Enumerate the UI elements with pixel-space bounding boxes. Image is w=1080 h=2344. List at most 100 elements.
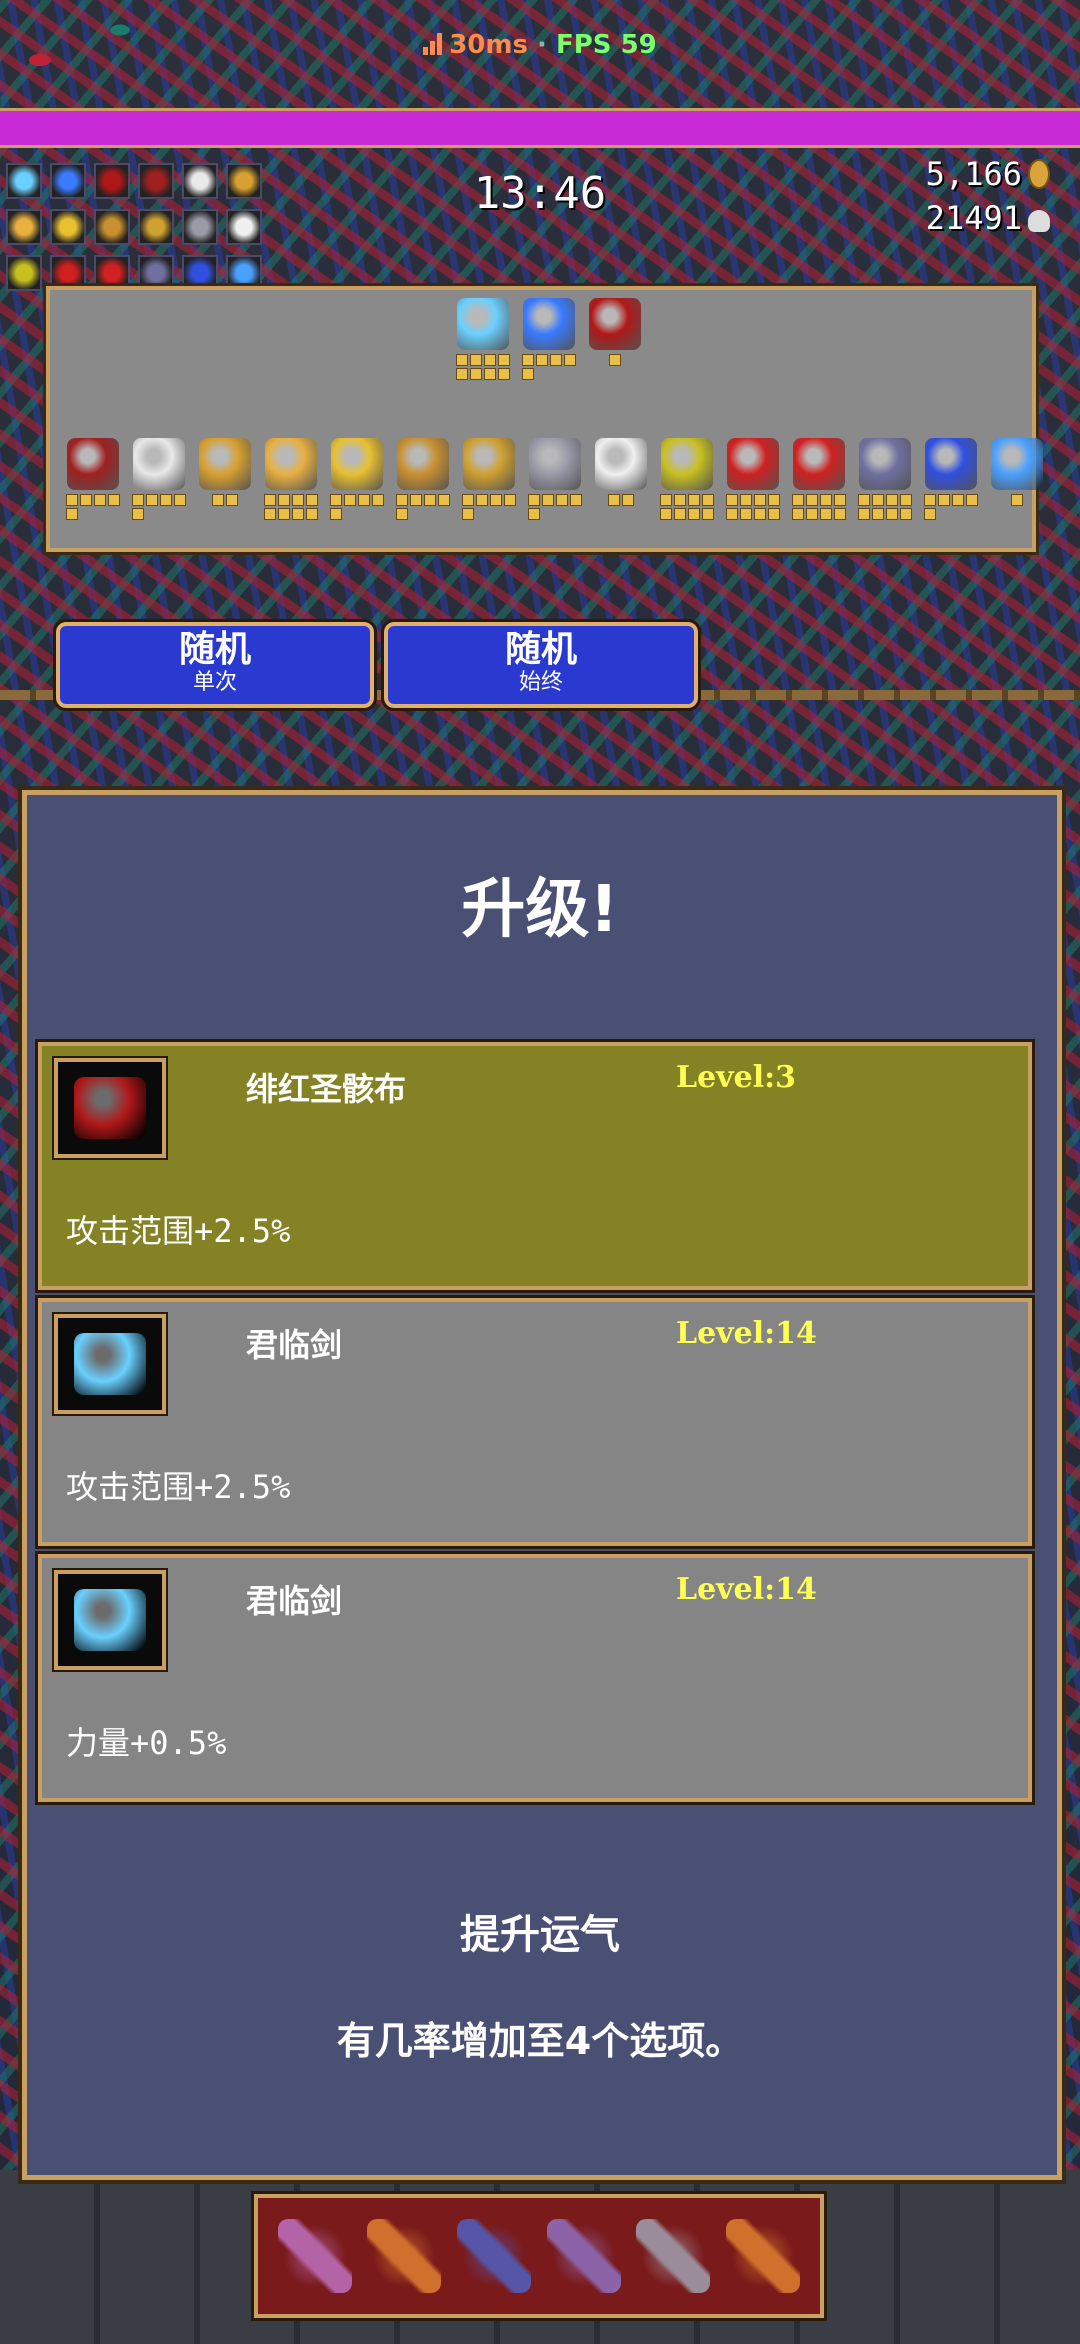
ring-icon — [226, 163, 262, 199]
crown-icon — [50, 209, 86, 245]
level-pips — [858, 494, 912, 520]
level-pip — [264, 494, 276, 506]
level-pip — [702, 508, 714, 520]
upgrade-option-3[interactable]: 君临剑 Level:14 力量+0.5% — [35, 1551, 1035, 1805]
level-pip — [66, 508, 78, 520]
level-pip — [792, 508, 804, 520]
level-pip — [740, 508, 752, 520]
ring-icon — [199, 438, 251, 490]
level-pip — [504, 494, 516, 506]
random-once-sublabel: 单次 — [192, 670, 237, 695]
level-pip — [726, 494, 738, 506]
level-pip — [726, 508, 738, 520]
level-pip — [344, 494, 356, 506]
level-pip — [792, 494, 804, 506]
level-pip — [306, 508, 318, 520]
option-icon-frame — [52, 1568, 168, 1672]
level-pip — [462, 494, 474, 506]
level-pip — [470, 354, 482, 366]
level-pip — [160, 494, 172, 506]
kill-counter: 21491 — [926, 196, 1050, 240]
candle-icon — [265, 438, 317, 490]
level-pip — [900, 494, 912, 506]
inventory-slot — [853, 438, 917, 520]
level-pip — [330, 494, 342, 506]
experience-fill — [0, 111, 1080, 145]
orb-icon — [925, 438, 977, 490]
gold-ring-icon — [661, 438, 713, 490]
level-pip — [1011, 494, 1023, 506]
level-pip — [740, 494, 752, 506]
level-pip — [702, 494, 714, 506]
level-pip — [858, 494, 870, 506]
pickaxe-icon — [457, 2219, 532, 2293]
level-pip — [372, 494, 384, 506]
level-pip — [490, 494, 502, 506]
level-pip — [564, 354, 576, 366]
crimson-shroud-icon — [74, 1077, 146, 1139]
level-pip — [522, 368, 534, 380]
inventory-panel — [43, 283, 1043, 555]
passive-row — [60, 438, 1050, 520]
level-pip — [834, 494, 846, 506]
tome-icon — [67, 438, 119, 490]
mini-inventory-row — [6, 158, 286, 204]
level-pip — [608, 494, 620, 506]
level-pip — [556, 494, 568, 506]
option-level: Level:3 — [676, 1060, 797, 1095]
inventory-slot — [985, 438, 1049, 520]
fps-value: FPS 59 — [555, 30, 657, 60]
heaven-sword-icon — [74, 1589, 146, 1651]
level-pip — [226, 494, 238, 506]
level-pip — [966, 494, 978, 506]
weapon-bar — [251, 2191, 827, 2321]
spellbinder-left-icon — [793, 438, 845, 490]
inventory-slot — [391, 438, 455, 520]
option-description: 力量+0.5% — [66, 1724, 227, 1762]
skull-icon — [133, 438, 185, 490]
level-pip — [820, 508, 832, 520]
upgrade-option-1[interactable]: 绯红圣骸布 Level:3 攻击范围+2.5% — [35, 1039, 1035, 1293]
heaven-sword-icon — [74, 1333, 146, 1395]
crossed-swords-icon — [277, 2219, 352, 2293]
random-once-label: 随机 — [178, 629, 251, 670]
level-pips — [132, 494, 186, 520]
level-pip — [484, 354, 496, 366]
random-always-label: 随机 — [504, 629, 577, 670]
crimson-shroud-icon — [94, 163, 130, 199]
level-pip — [820, 494, 832, 506]
level-pip — [438, 494, 450, 506]
inventory-slot — [127, 438, 191, 520]
level-pips — [792, 494, 846, 520]
level-pips — [462, 494, 516, 520]
level-pip — [522, 354, 534, 366]
upgrade-option-2[interactable]: 君临剑 Level:14 攻击范围+2.5% — [35, 1295, 1035, 1549]
crimson-shroud-icon — [589, 298, 641, 350]
lantern-icon — [94, 209, 130, 245]
level-pips — [330, 494, 384, 520]
level-pip — [498, 368, 510, 380]
inventory-slot — [787, 438, 851, 520]
option-description: 攻击范围+2.5% — [66, 1212, 291, 1250]
level-pips — [528, 494, 582, 520]
luck-description: 有几率增加至4个选项。 — [336, 2019, 744, 2063]
level-pips — [726, 494, 780, 520]
random-once-button[interactable]: 随机 单次 — [53, 619, 377, 711]
separator: · — [537, 30, 547, 60]
level-pip — [660, 494, 672, 506]
option-level: Level:14 — [676, 1572, 817, 1607]
levelup-title: 升级! — [461, 873, 619, 947]
level-pip — [292, 494, 304, 506]
level-pip — [462, 508, 474, 520]
level-pip — [212, 494, 224, 506]
inventory-slot — [919, 438, 983, 520]
random-always-button[interactable]: 随机 始终 — [381, 619, 701, 711]
wings-icon — [226, 209, 262, 245]
level-pip — [174, 494, 186, 506]
tome-icon — [138, 163, 174, 199]
level-pip — [886, 494, 898, 506]
option-level: Level:14 — [676, 1316, 817, 1351]
option-icon-frame — [52, 1056, 168, 1160]
level-pip — [952, 494, 964, 506]
level-pip — [80, 494, 92, 506]
